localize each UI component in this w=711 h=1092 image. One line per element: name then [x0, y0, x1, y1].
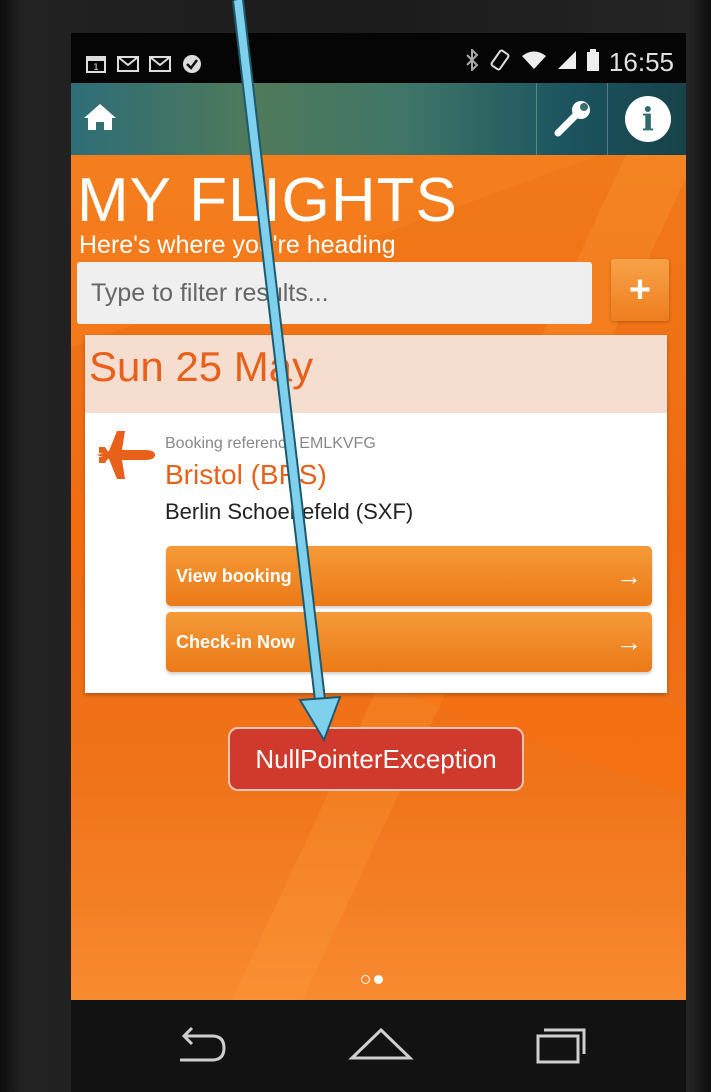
check-in-label: Check-in Now: [176, 632, 296, 652]
page-indicator: [361, 975, 383, 984]
home-outline-icon: [348, 1027, 414, 1060]
back-button[interactable]: [166, 1022, 236, 1068]
back-icon: [180, 1026, 226, 1062]
view-booking-button[interactable]: View booking →: [166, 546, 652, 606]
page-title: MY FLIGHTS: [77, 166, 458, 235]
home-nav-button[interactable]: [346, 1022, 416, 1068]
notification-icons: 1: [85, 55, 203, 73]
booking-card: Sun 25 May Booking reference EMLKVFG Bri…: [85, 335, 667, 693]
add-flight-button[interactable]: +: [611, 259, 669, 321]
page-dot-active: [374, 975, 383, 984]
calendar-icon: 1: [85, 55, 107, 73]
info-button[interactable]: i: [607, 83, 686, 155]
settings-button[interactable]: [536, 83, 607, 155]
page-dot: [361, 975, 370, 984]
signal-icon: [557, 50, 577, 75]
check-in-button[interactable]: Check-in Now →: [166, 612, 652, 672]
destination-airport: Berlin Schoenefeld (SXF): [165, 499, 414, 524]
filter-input[interactable]: [77, 262, 592, 324]
home-button[interactable]: [75, 91, 125, 143]
gmail-icon: [149, 55, 171, 73]
arrow-right-icon: →: [616, 561, 642, 591]
phone-screen: 1 16:55 i MY FLIGHTS Here's where you're…: [71, 33, 686, 1000]
error-toast: NullPointerException: [228, 727, 524, 791]
view-booking-label: View booking: [176, 566, 292, 586]
gmail-icon: [117, 55, 139, 73]
bluetooth-icon: [465, 47, 479, 76]
info-glyph: i: [641, 100, 653, 138]
rotation-icon: [489, 49, 511, 76]
my-flights-content: MY FLIGHTS Here's where you're heading +…: [71, 155, 686, 1000]
svg-text:1: 1: [93, 63, 99, 73]
booking-date-header: Sun 25 May: [85, 335, 667, 413]
battery-icon: [586, 49, 599, 76]
system-status-icons: 16:55: [465, 47, 674, 78]
arrow-right-icon: →: [616, 627, 642, 657]
action-bar: i: [71, 83, 686, 155]
info-icon: i: [624, 96, 671, 142]
recents-icon: [536, 1028, 586, 1064]
origin-airport: Bristol (BRS): [165, 459, 327, 490]
plane-icon: [95, 427, 157, 483]
status-clock: 16:55: [608, 47, 674, 77]
recents-button[interactable]: [526, 1022, 596, 1068]
wrench-icon: [554, 101, 590, 137]
check-badge-icon: [181, 55, 203, 73]
navigation-bar: [71, 1000, 686, 1092]
booking-reference: Booking reference EMLKVFG: [165, 435, 376, 452]
wifi-icon: [521, 50, 547, 75]
booking-date: Sun 25 May: [89, 343, 314, 390]
page-subtitle: Here's where you're heading: [79, 231, 396, 259]
status-bar: 1 16:55: [71, 33, 686, 83]
home-icon: [84, 104, 116, 130]
